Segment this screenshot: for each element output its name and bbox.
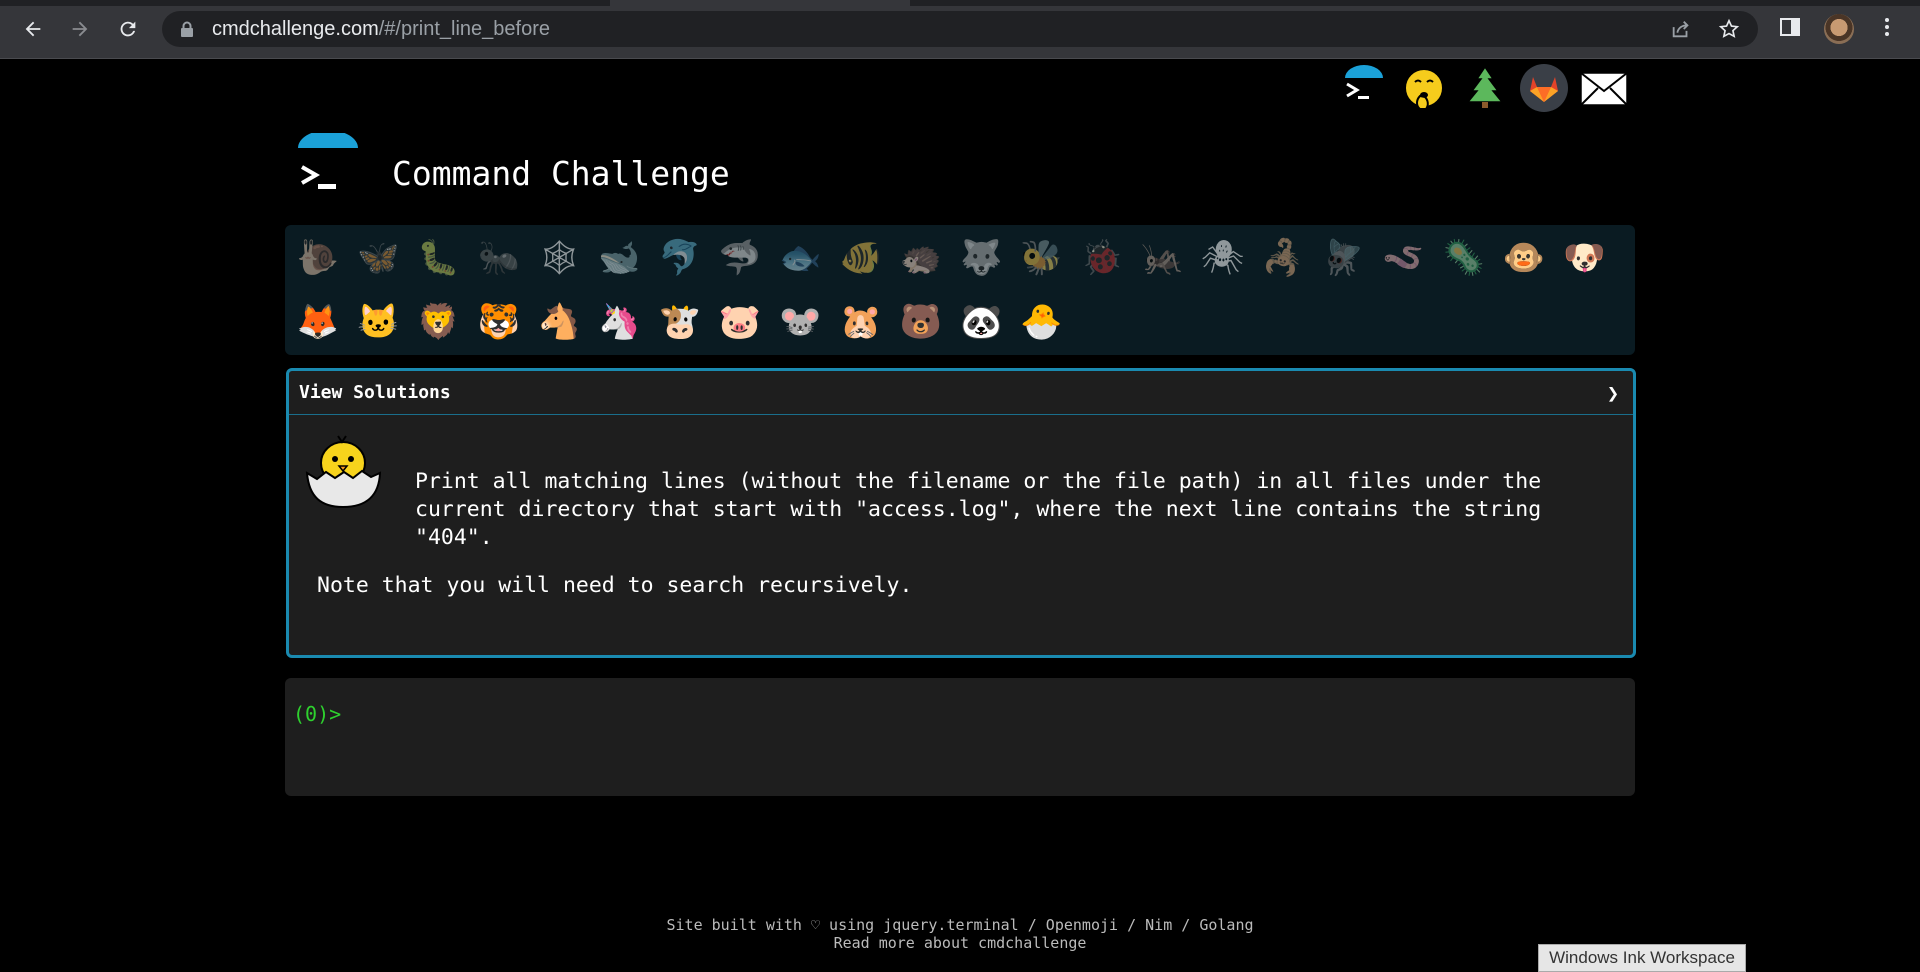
challenge-note: Note that you will need to search recurs…: [317, 573, 913, 598]
challenge-monkey-icon[interactable]: 🐵: [1499, 233, 1549, 283]
challenge-bear-icon[interactable]: 🐻: [896, 297, 946, 347]
challenge-panda-icon[interactable]: 🐼: [956, 297, 1006, 347]
challenge-cat-icon[interactable]: 🐱: [353, 297, 403, 347]
site-logo-icon: [290, 130, 366, 203]
challenge-ladybug-icon[interactable]: 🐞: [1077, 233, 1127, 283]
tab-hint[interactable]: [610, 0, 910, 6]
challenge-tiger-icon[interactable]: 🐯: [474, 297, 524, 347]
challenge-fox-icon[interactable]: 🦊: [293, 297, 343, 347]
challenge-butterfly-icon[interactable]: 🦋: [353, 233, 403, 283]
challenge-whale-icon[interactable]: 🐋: [595, 233, 645, 283]
challenge-microbe-icon[interactable]: 🦠: [1439, 233, 1489, 283]
challenge-snail-icon[interactable]: 🐌: [293, 233, 343, 283]
challenge-pig-icon[interactable]: 🐷: [715, 297, 765, 347]
gitlab-icon[interactable]: [1520, 64, 1568, 112]
challenge-hatching-chick-icon[interactable]: 🐣: [1017, 297, 1067, 347]
url-text[interactable]: cmdchallenge.com/#/print_line_before: [212, 18, 550, 41]
challenge-spider-icon[interactable]: 🕷: [1198, 233, 1248, 283]
challenge-unicorn-icon[interactable]: 🦄: [595, 297, 645, 347]
challenge-shark-icon[interactable]: 🦈: [715, 233, 765, 283]
challenge-description: Print all matching lines (without the fi…: [415, 469, 1542, 550]
challenge-bee-icon[interactable]: 🐝: [1017, 233, 1067, 283]
url-path: /#/print_line_before: [378, 18, 550, 40]
challenge-dog-icon[interactable]: 🐶: [1559, 233, 1609, 283]
site-title: Command Challenge: [392, 154, 730, 193]
view-solutions-toggle[interactable]: View Solutions ❯: [289, 371, 1633, 415]
reload-icon[interactable]: [113, 14, 143, 44]
profile-avatar[interactable]: [1824, 14, 1854, 44]
challenge-bug-icon[interactable]: 🐛: [414, 233, 464, 283]
challenge-ant-icon[interactable]: 🐜: [474, 233, 524, 283]
challenge-lion-icon[interactable]: 🦁: [414, 297, 464, 347]
tab-strip: [0, 0, 1920, 6]
evergreen-tree-icon[interactable]: [1460, 62, 1510, 112]
challenge-fly-icon[interactable]: 🪰: [1318, 233, 1368, 283]
hatching-chick-icon: [303, 429, 385, 511]
browser-toolbar: cmdchallenge.com/#/print_line_before: [0, 0, 1920, 59]
cmdchallenge-logo-icon[interactable]: [1339, 62, 1389, 112]
challenge-hamster-icon[interactable]: 🐹: [836, 297, 886, 347]
challenge-tropical-fish-icon[interactable]: 🐠: [836, 233, 886, 283]
challenge-cow-icon[interactable]: 🐮: [655, 297, 705, 347]
terminal-prompt: (0)>: [293, 702, 342, 726]
challenge-scorpion-icon[interactable]: 🦂: [1258, 233, 1308, 283]
back-arrow-icon[interactable]: [18, 14, 48, 44]
forward-arrow-icon[interactable]: [65, 14, 95, 44]
challenge-wolf-icon[interactable]: 🐺: [956, 233, 1006, 283]
star-icon[interactable]: [1718, 18, 1740, 40]
challenge-worm-icon[interactable]: 🪱: [1378, 233, 1428, 283]
challenge-spider-web-icon[interactable]: 🕸: [534, 233, 584, 283]
footer-credits[interactable]: Site built with ♡ using jquery.terminal …: [0, 916, 1920, 934]
terminal[interactable]: (0)>: [285, 678, 1635, 796]
envelope-icon[interactable]: [1579, 64, 1629, 114]
windows-ink-workspace-label[interactable]: Windows Ink Workspace: [1538, 944, 1746, 972]
challenge-dolphin-icon[interactable]: 🐬: [655, 233, 705, 283]
challenge-progress-panel: 🐌 🦋 🐛 🐜 🕸 🐋 🐬 🦈 🐟 🐠 🦔 🐺 🐝 🐞 🦗 🕷 🦂 🪰 🪱 🦠 🐵 🐶 🦊 🐱 🦁 🐯 🐴 🦄 🐮 🐷 🐭 🐹 🐻 🐼 🐣: [285, 225, 1635, 355]
challenge-fish-icon[interactable]: 🐟: [775, 233, 825, 283]
side-panel-icon[interactable]: [1778, 15, 1804, 41]
kebab-menu-icon[interactable]: [1875, 15, 1901, 41]
address-bar[interactable]: cmdchallenge.com/#/print_line_before: [162, 11, 1758, 47]
view-solutions-label: View Solutions: [299, 382, 451, 403]
challenge-card: View Solutions ❯ Print all matching line…: [286, 368, 1636, 658]
chevron-right-icon[interactable]: ❯: [1607, 381, 1619, 405]
challenge-hedgehog-icon[interactable]: 🦔: [896, 233, 946, 283]
shushing-face-icon[interactable]: [1399, 64, 1449, 114]
challenge-horse-icon[interactable]: 🐴: [534, 297, 584, 347]
challenge-cricket-icon[interactable]: 🦗: [1137, 233, 1187, 283]
challenge-mouse-icon[interactable]: 🐭: [775, 297, 825, 347]
lock-icon[interactable]: [180, 21, 194, 41]
url-host: cmdchallenge.com: [212, 18, 379, 40]
share-icon[interactable]: [1670, 18, 1692, 40]
